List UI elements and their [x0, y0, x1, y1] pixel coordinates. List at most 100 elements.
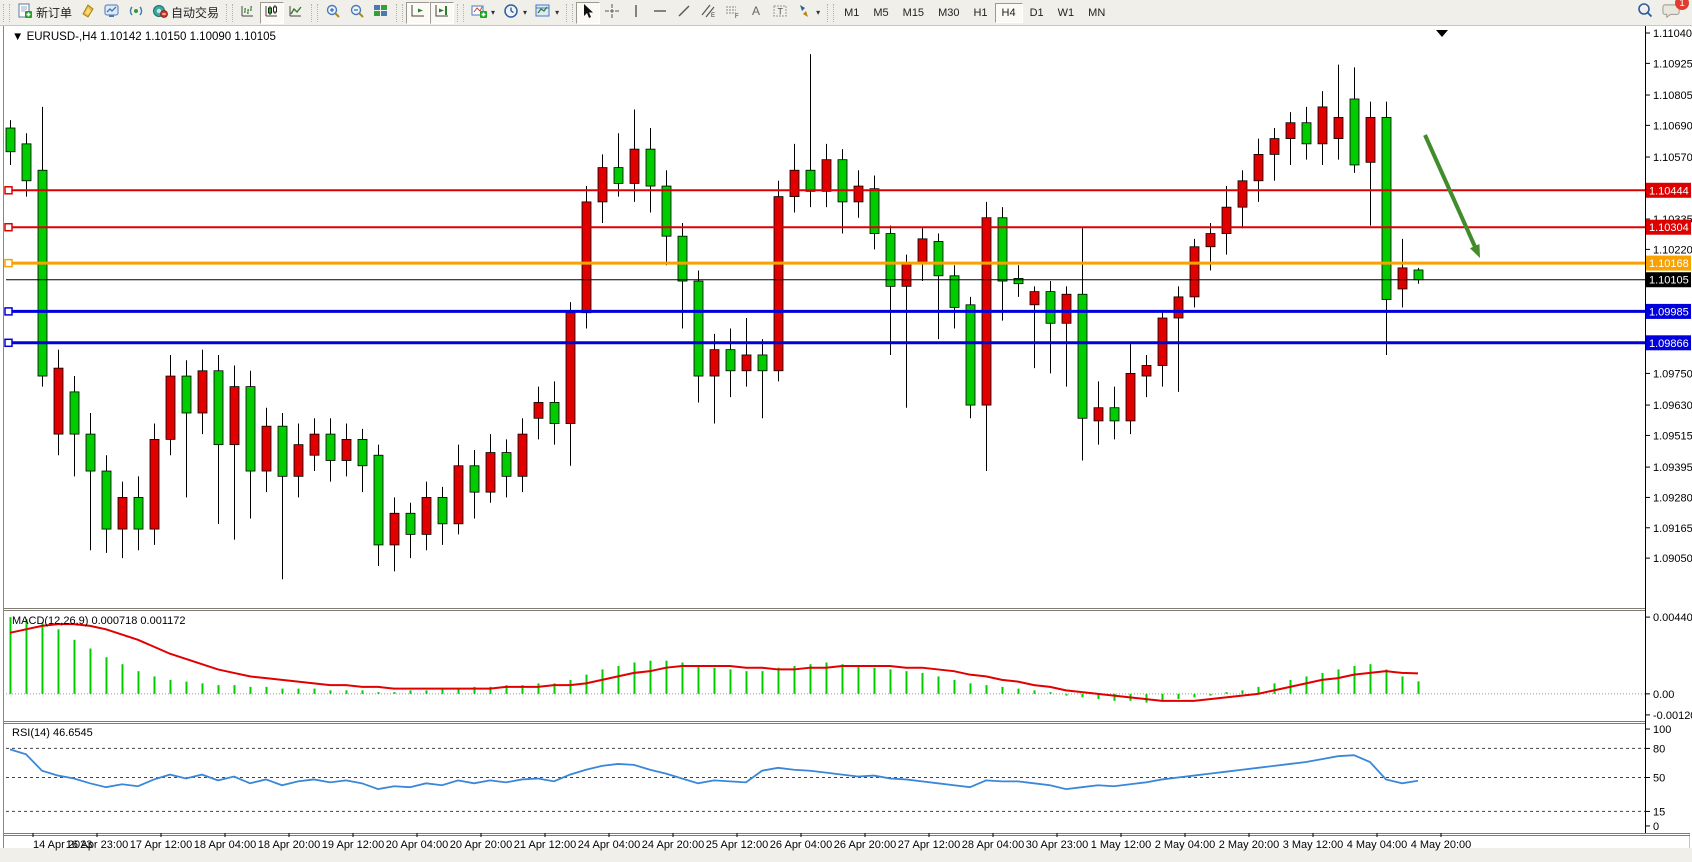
candle-body[interactable]: [710, 350, 719, 376]
candle-body[interactable]: [534, 402, 543, 418]
candle-body[interactable]: [1046, 292, 1055, 324]
indicators-dropdown-caret[interactable]: ▾: [491, 8, 495, 17]
notifications-button[interactable]: 1: [1662, 1, 1682, 24]
candle-body[interactable]: [1190, 247, 1199, 297]
zoom-in-button[interactable]: [321, 2, 345, 24]
time-axis-label[interactable]: 30 Apr 23:00: [1026, 839, 1088, 851]
candle-body[interactable]: [1318, 107, 1327, 144]
candle-body[interactable]: [806, 170, 815, 191]
indicators-button[interactable]: ▾: [467, 2, 499, 24]
candle-body[interactable]: [422, 497, 431, 534]
timeframe-button-w1[interactable]: W1: [1051, 3, 1082, 23]
candle-body[interactable]: [1142, 365, 1151, 376]
candle-body[interactable]: [1414, 270, 1423, 280]
candle-body[interactable]: [1398, 268, 1407, 289]
candle-body[interactable]: [38, 170, 47, 376]
candle-body[interactable]: [934, 241, 943, 275]
candle-body[interactable]: [374, 455, 383, 545]
timeframe-button-m5[interactable]: M5: [866, 3, 895, 23]
candle-body[interactable]: [1270, 139, 1279, 155]
candle-body[interactable]: [1334, 117, 1343, 138]
candle-body[interactable]: [166, 376, 175, 439]
candle-body[interactable]: [390, 513, 399, 545]
templates-button[interactable]: ▾: [531, 2, 563, 24]
candle-body[interactable]: [598, 168, 607, 202]
fibonacci-tool-button[interactable]: F: [720, 2, 744, 24]
time-axis-label[interactable]: 20 Apr 20:00: [450, 839, 512, 851]
candle-body[interactable]: [198, 371, 207, 413]
candle-body[interactable]: [470, 466, 479, 492]
candle-body[interactable]: [486, 453, 495, 493]
text-tool-button[interactable]: A: [744, 2, 768, 24]
line-anchor-handle[interactable]: [5, 187, 12, 194]
timeframe-button-m15[interactable]: M15: [896, 3, 931, 23]
time-axis-label[interactable]: 28 Apr 04:00: [962, 839, 1024, 851]
candle-body[interactable]: [838, 160, 847, 202]
candle-body[interactable]: [790, 170, 799, 196]
crosshair-tool-button[interactable]: [600, 2, 624, 24]
timeframe-button-h4[interactable]: H4: [995, 3, 1023, 23]
candle-body[interactable]: [230, 387, 239, 445]
horizontal-line-tool-button[interactable]: [648, 2, 672, 24]
candle-body[interactable]: [278, 426, 287, 476]
timeframe-button-m1[interactable]: M1: [837, 3, 866, 23]
new-order-button[interactable]: 新订单: [13, 2, 76, 24]
time-axis-label[interactable]: 16 Apr 23:00: [66, 839, 128, 851]
time-axis-label[interactable]: 1 May 12:00: [1091, 839, 1152, 851]
candle-body[interactable]: [182, 376, 191, 413]
candle-body[interactable]: [1366, 117, 1375, 162]
candle-body[interactable]: [566, 313, 575, 424]
candle-body[interactable]: [1094, 408, 1103, 421]
candle-body[interactable]: [822, 160, 831, 192]
time-axis-label[interactable]: 27 Apr 12:00: [898, 839, 960, 851]
candle-body[interactable]: [758, 355, 767, 371]
candle-body[interactable]: [22, 144, 31, 181]
time-axis-label[interactable]: 3 May 12:00: [1283, 839, 1344, 851]
candle-body[interactable]: [118, 497, 127, 529]
candle-body[interactable]: [1238, 181, 1247, 207]
candle-body[interactable]: [614, 168, 623, 184]
line-anchor-handle[interactable]: [5, 308, 12, 315]
candle-body[interactable]: [550, 402, 559, 423]
candle-body[interactable]: [134, 497, 143, 529]
candle-body[interactable]: [726, 350, 735, 371]
chart-window[interactable]: 1.110401.109251.108051.106901.105701.103…: [0, 26, 1692, 857]
candle-body[interactable]: [54, 368, 63, 434]
candle-body[interactable]: [1302, 123, 1311, 144]
channel-tool-button[interactable]: E: [696, 2, 720, 24]
candle-body[interactable]: [854, 186, 863, 202]
candle-body[interactable]: [1174, 297, 1183, 318]
text-label-tool-button[interactable]: T: [768, 2, 792, 24]
candle-body[interactable]: [262, 426, 271, 471]
time-axis-label[interactable]: 4 May 20:00: [1411, 839, 1472, 851]
candle-body[interactable]: [918, 239, 927, 263]
timeframe-button-mn[interactable]: MN: [1081, 3, 1112, 23]
candle-body[interactable]: [518, 434, 527, 476]
candle-body[interactable]: [294, 445, 303, 477]
candle-body[interactable]: [630, 149, 639, 183]
candle-body[interactable]: [454, 466, 463, 524]
templates-dropdown-caret[interactable]: ▾: [555, 8, 559, 17]
candle-body[interactable]: [742, 355, 751, 371]
time-axis-label[interactable]: 19 Apr 12:00: [322, 839, 384, 851]
time-axis-label[interactable]: 21 Apr 12:00: [514, 839, 576, 851]
time-axis-label[interactable]: 24 Apr 20:00: [642, 839, 704, 851]
periods-dropdown-caret[interactable]: ▾: [523, 8, 527, 17]
time-axis-label[interactable]: 18 Apr 20:00: [258, 839, 320, 851]
time-axis-label[interactable]: 26 Apr 04:00: [770, 839, 832, 851]
candle-body[interactable]: [1286, 123, 1295, 139]
zoom-out-button[interactable]: [345, 2, 369, 24]
candle-body[interactable]: [502, 453, 511, 477]
candle-body[interactable]: [1222, 207, 1231, 233]
time-axis-label[interactable]: 18 Apr 04:00: [194, 839, 256, 851]
candle-body[interactable]: [342, 439, 351, 460]
candle-body[interactable]: [246, 387, 255, 471]
candle-body[interactable]: [774, 197, 783, 371]
chart-profile-button[interactable]: [100, 2, 124, 24]
candle-body[interactable]: [902, 263, 911, 287]
candle-body[interactable]: [662, 186, 671, 236]
time-axis-label[interactable]: 26 Apr 20:00: [834, 839, 896, 851]
arrows-dropdown-caret[interactable]: ▾: [816, 8, 820, 17]
candle-body[interactable]: [1014, 278, 1023, 283]
arrows-tool-button[interactable]: ▾: [792, 2, 824, 24]
